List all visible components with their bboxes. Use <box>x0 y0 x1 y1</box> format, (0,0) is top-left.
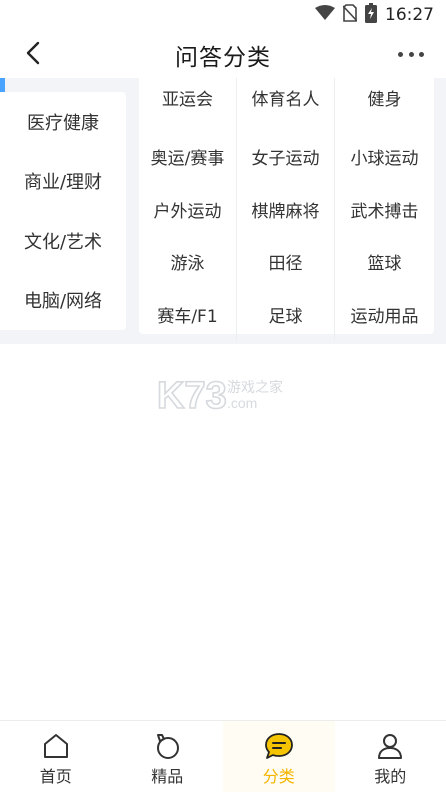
more-button[interactable] <box>398 44 424 64</box>
featured-icon <box>152 731 182 761</box>
watermark-domain-text: .com <box>227 395 257 411</box>
no-sim-icon <box>342 4 358 26</box>
subcategory-item[interactable]: 赛车/F1 <box>139 288 237 341</box>
subcategory-item[interactable]: 棋牌麻将 <box>237 183 335 236</box>
status-time: 16:27 <box>385 5 434 25</box>
nav-featured-label: 精品 <box>151 767 184 786</box>
user-icon <box>375 731 405 761</box>
subcategory-item[interactable]: 篮球 <box>335 236 434 289</box>
watermark-brand: K73 <box>157 375 227 417</box>
k73-watermark-logo: K73 游戏之家 .com <box>156 372 287 418</box>
sidebar-item-computer-network[interactable]: 电脑/网络 <box>0 271 126 331</box>
nav-profile[interactable]: 我的 <box>335 721 446 792</box>
status-icons: 16:27 <box>315 3 434 27</box>
sidebar-active-indicator <box>0 78 5 92</box>
subcategory-grid: 亚运会 体育名人 健身 奥运/赛事 女子运动 小球运动 户外运动 棋牌麻将 武术… <box>139 78 434 341</box>
sidebar-item-business-finance[interactable]: 商业/理财 <box>0 152 126 212</box>
nav-home[interactable]: 首页 <box>0 721 112 792</box>
battery-charging-icon <box>365 3 377 27</box>
subcategory-item[interactable]: 户外运动 <box>139 183 237 236</box>
subcategory-item[interactable]: 亚运会 <box>139 78 237 131</box>
nav-featured[interactable]: 精品 <box>112 721 224 792</box>
sidebar-item-culture-art[interactable]: 文化/艺术 <box>0 211 126 271</box>
subcategory-item[interactable]: 小球运动 <box>335 131 434 184</box>
page-title: 问答分类 <box>175 45 271 71</box>
subcategory-item[interactable]: 田径 <box>237 235 335 288</box>
home-icon <box>41 731 71 761</box>
sidebar-item-medical-health[interactable]: 医疗健康 <box>0 92 126 152</box>
subcategory-item[interactable]: 健身 <box>335 78 434 131</box>
subcategory-item[interactable]: 奥运/赛事 <box>139 130 237 183</box>
more-dots-icon <box>398 51 403 57</box>
category-sidebar: 医疗健康 商业/理财 文化/艺术 电脑/网络 <box>0 92 126 330</box>
watermark-site-text: 游戏之家 <box>227 379 283 396</box>
status-bar: 16:27 <box>0 0 446 30</box>
subcategory-item[interactable]: 武术搏击 <box>335 183 434 236</box>
subcategory-item[interactable]: 足球 <box>237 288 335 341</box>
nav-profile-label: 我的 <box>374 767 407 786</box>
subcategory-item[interactable]: 运动用品 <box>335 288 434 341</box>
header: 问答分类 <box>0 30 446 78</box>
subcategory-item[interactable]: 女子运动 <box>237 130 335 183</box>
chat-category-icon <box>264 731 294 761</box>
wifi-icon <box>315 5 335 25</box>
bottom-nav: 首页 精品 分类 我的 <box>0 720 446 792</box>
subcategory-item[interactable]: 游泳 <box>139 235 237 288</box>
nav-home-label: 首页 <box>39 767 72 786</box>
nav-category-label: 分类 <box>262 767 295 786</box>
nav-category[interactable]: 分类 <box>223 721 335 792</box>
subcategory-item[interactable]: 体育名人 <box>237 78 335 131</box>
